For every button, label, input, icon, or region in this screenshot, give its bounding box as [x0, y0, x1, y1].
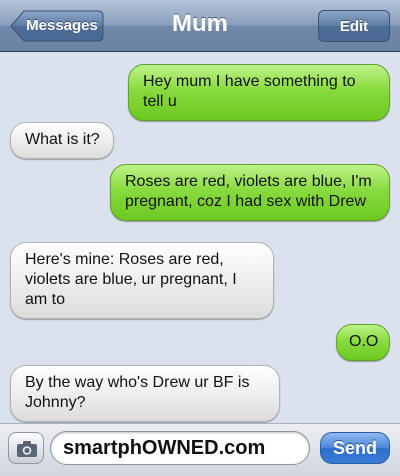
message-bubble-incoming: Here's mine: Roses are red, violets are … [10, 242, 274, 319]
message-text: Hey mum I have something to tell u [143, 73, 356, 110]
send-button[interactable]: Send [320, 432, 390, 464]
message-input[interactable]: smartphOWNED.com [50, 431, 310, 465]
message-composer: smartphOWNED.com Send [0, 423, 400, 476]
message-text: What is it? [25, 131, 100, 148]
message-bubble-outgoing: Roses are red, violets are blue, I'm pre… [110, 164, 390, 221]
navigation-bar: Messages Mum Edit [0, 0, 400, 52]
message-thread[interactable]: Hey mum I have something to tell u What … [0, 52, 400, 423]
message-text: Roses are red, violets are blue, I'm pre… [125, 173, 372, 210]
message-bubble-outgoing: O.O [336, 324, 390, 361]
message-bubble-incoming: What is it? [10, 122, 114, 159]
edit-button[interactable]: Edit [318, 10, 390, 42]
message-bubble-outgoing: Hey mum I have something to tell u [128, 64, 390, 121]
message-text: O.O [349, 333, 379, 350]
camera-icon [17, 441, 37, 457]
message-text: Here's mine: Roses are red, violets are … [25, 251, 237, 308]
camera-button[interactable] [8, 432, 44, 464]
message-text: By the way who's Drew ur BF is Johnny? [25, 374, 250, 411]
message-bubble-incoming: By the way who's Drew ur BF is Johnny? [10, 365, 280, 422]
